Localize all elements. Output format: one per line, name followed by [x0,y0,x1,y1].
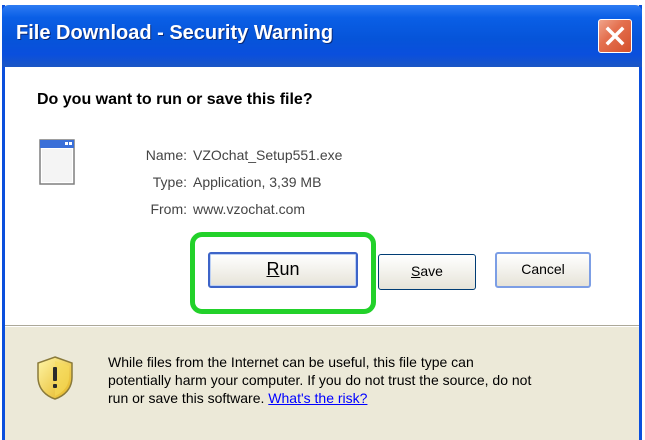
warning-line-3-text: run or save this software. [108,390,269,406]
name-value: VZOchat_Setup551.exe [193,147,343,163]
close-button[interactable] [598,19,632,53]
from-value: www.vzochat.com [193,201,306,217]
type-label: Type: [152,174,187,190]
whats-the-risk-link[interactable]: What's the risk? [268,390,367,406]
close-icon [605,26,625,46]
warning-line-1: While files from the Internet can be use… [108,354,474,370]
cancel-button-label: Cancel [521,261,565,277]
save-button-label: Save [411,263,443,279]
name-label: Name: [145,147,187,163]
type-value: Application, 3,39 MB [193,174,322,190]
security-warning-dialog: File Download - Security Warning Do you … [2,5,642,440]
warning-line-3: run or save this software. What's the ri… [108,389,628,407]
from-label: From: [150,201,187,217]
cancel-button[interactable]: Cancel [495,252,591,288]
warning-line-2: potentially harm your computer. If you d… [108,372,532,388]
warning-panel: While files from the Internet can be use… [5,327,639,440]
question-heading: Do you want to run or save this file? [37,91,313,108]
run-button-label: Run [266,259,300,279]
application-window-icon [39,139,75,185]
file-info-panel: Do you want to run or save this file? Na… [5,67,639,325]
save-button[interactable]: Save [378,254,476,290]
title-bar[interactable]: File Download - Security Warning [2,5,642,67]
run-button[interactable]: Run [208,252,358,288]
window-title: File Download - Security Warning [16,22,334,44]
security-shield-icon [37,356,73,400]
warning-message: While files from the Internet can be use… [108,353,628,407]
